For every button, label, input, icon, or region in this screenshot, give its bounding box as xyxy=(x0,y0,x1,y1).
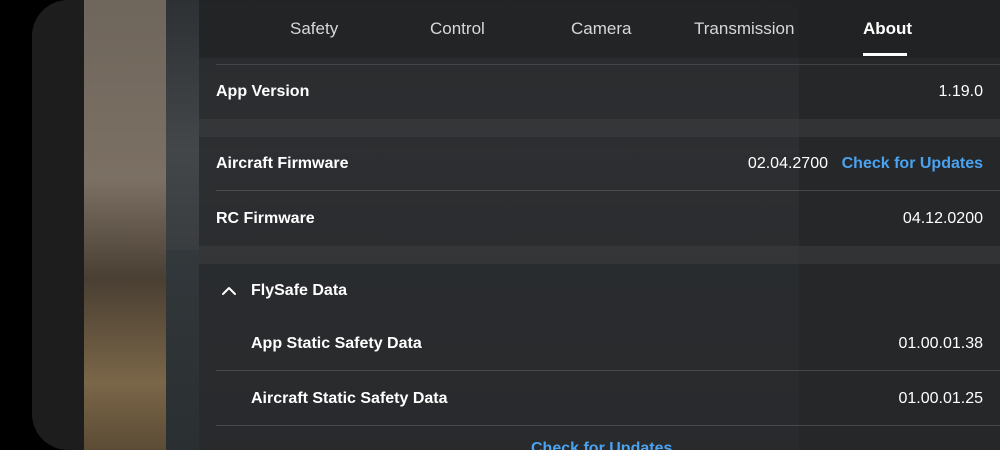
app-version-label: App Version xyxy=(216,83,310,100)
tab-about[interactable]: About xyxy=(863,19,912,39)
live-view-wall xyxy=(84,0,166,450)
divider xyxy=(216,425,1000,426)
section-gap xyxy=(199,119,1000,137)
aircraft-static-safety-data-row: Aircraft Static Safety Data 01.00.01.25 xyxy=(216,372,983,426)
app-static-safety-data-label: App Static Safety Data xyxy=(251,335,422,352)
tab-control[interactable]: Control xyxy=(430,19,485,39)
tab-transmission[interactable]: Transmission xyxy=(694,19,794,39)
chevron-up-icon[interactable] xyxy=(221,283,237,299)
rc-firmware-value: 04.12.0200 xyxy=(902,210,983,227)
aircraft-firmware-value: 02.04.2700 xyxy=(747,155,828,172)
aircraft-firmware-label: Aircraft Firmware xyxy=(216,155,349,172)
active-tab-indicator xyxy=(863,53,907,56)
tab-camera[interactable]: Camera xyxy=(571,19,631,39)
settings-panel: Safety Control Camera Transmission About… xyxy=(199,0,1000,450)
divider xyxy=(216,370,1000,371)
flysafe-data-row[interactable]: FlySafe Data xyxy=(216,264,983,318)
rc-firmware-label: RC Firmware xyxy=(216,210,315,227)
rc-firmware-row: RC Firmware 04.12.0200 xyxy=(216,192,983,246)
flysafe-data-label: FlySafe Data xyxy=(251,282,348,299)
divider xyxy=(216,190,1000,191)
app-screen: Safety Control Camera Transmission About… xyxy=(0,0,1000,450)
section-gap xyxy=(199,246,1000,264)
app-static-safety-data-value: 01.00.01.38 xyxy=(898,335,983,352)
app-version-row: App Version 1.19.0 xyxy=(216,65,983,119)
aircraft-static-safety-data-value: 01.00.01.25 xyxy=(898,390,983,407)
tab-safety[interactable]: Safety xyxy=(290,19,338,39)
check-for-updates-link[interactable]: Check for Updates xyxy=(842,155,983,173)
aircraft-firmware-row: Aircraft Firmware 02.04.2700 Check for U… xyxy=(216,137,983,191)
flysafe-check-for-updates-link[interactable]: Check for Updates xyxy=(531,440,672,450)
app-static-safety-data-row: App Static Safety Data 01.00.01.38 xyxy=(216,317,983,371)
app-version-value: 1.19.0 xyxy=(938,83,983,100)
aircraft-static-safety-data-label: Aircraft Static Safety Data xyxy=(251,390,448,407)
settings-tabs: Safety Control Camera Transmission About xyxy=(199,0,1000,58)
